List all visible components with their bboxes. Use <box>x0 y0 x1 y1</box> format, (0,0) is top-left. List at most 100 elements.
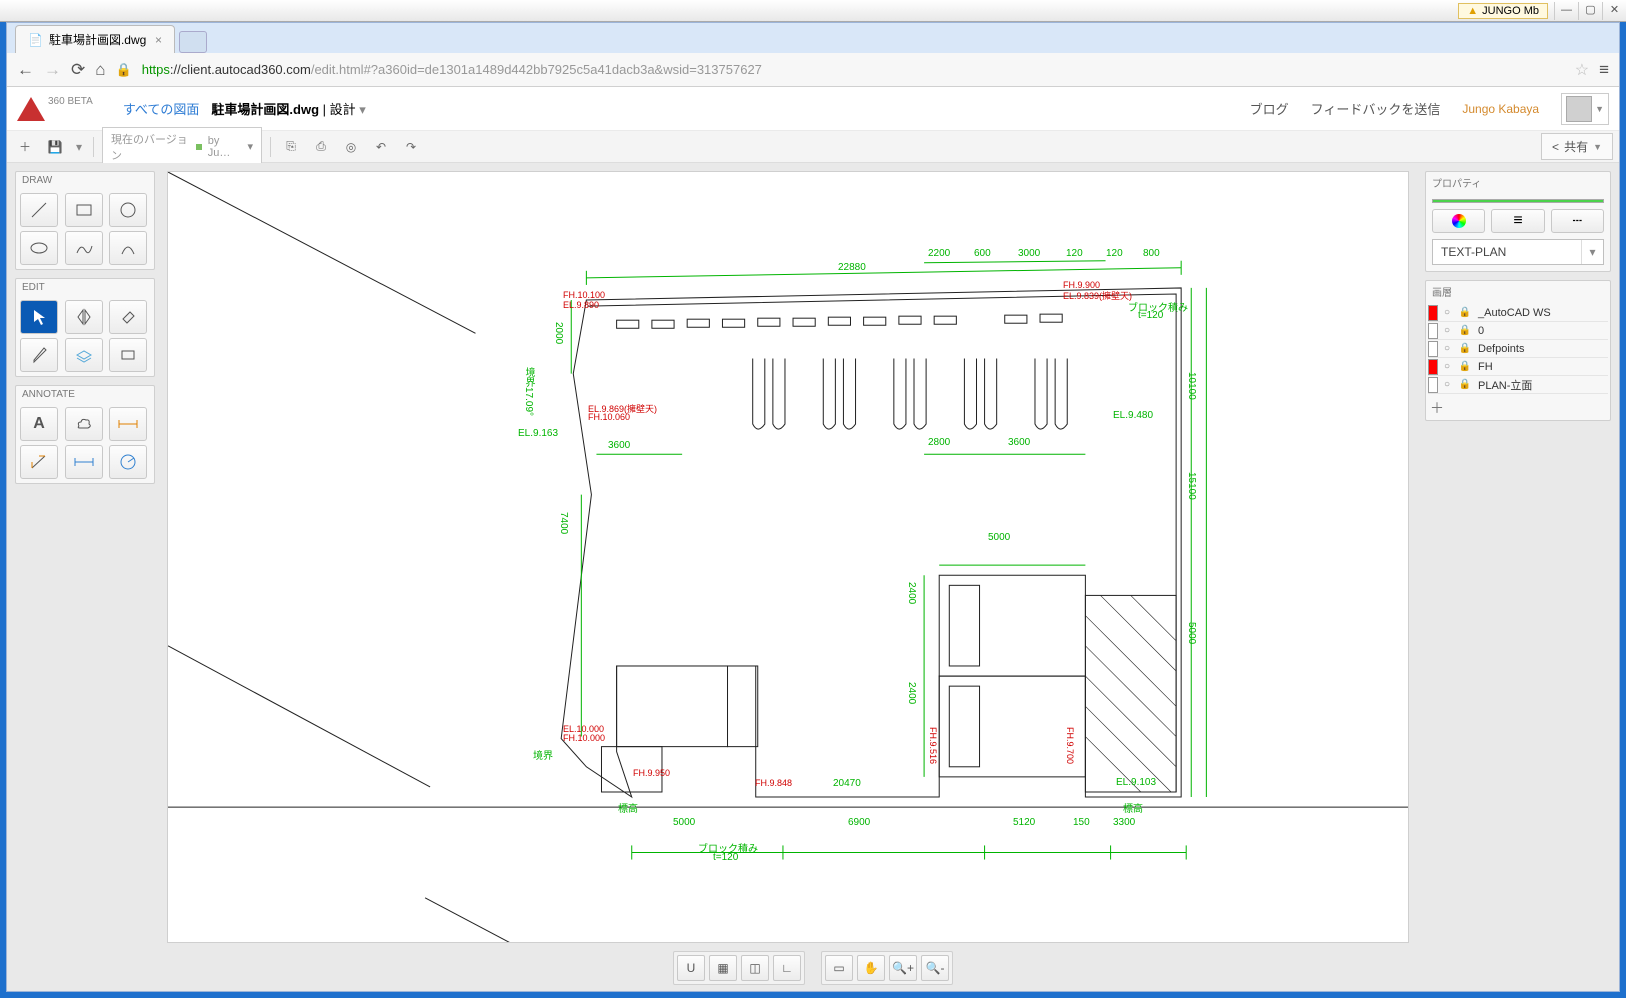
visibility-icon[interactable]: ○ <box>1438 343 1456 354</box>
avatar-icon <box>1566 96 1592 122</box>
home-icon[interactable]: ⌂ <box>95 60 105 80</box>
lock-icon[interactable]: 🔒 <box>1456 379 1474 390</box>
drawing-canvas[interactable]: 22880 2200 600 3000 120 120 800 2000 EL.… <box>167 171 1409 943</box>
new-button[interactable]: ＋ <box>13 135 37 159</box>
share-icon: < <box>1552 140 1559 154</box>
zoom-out-button[interactable]: 🔍- <box>921 955 949 981</box>
dim-label: 2400 <box>906 682 917 704</box>
new-tab-button[interactable] <box>179 31 207 53</box>
note-label: 境界17.09° <box>521 367 536 416</box>
app-toolbar: ＋ 💾 ▾ 現在のバージョン by Ju… ▾ ⎘ ⎙ ◎ ↶ ↷ < 共有 ▼ <box>7 131 1619 163</box>
lock-icon[interactable]: 🔒 <box>1456 361 1474 372</box>
browser-window: 📄 駐車場計画図.dwg × ← → ⟳ ⌂ 🔒 https://client.… <box>6 22 1620 992</box>
plot-button[interactable]: ◎ <box>339 135 363 159</box>
bookmark-icon[interactable]: ☆ <box>1575 60 1589 80</box>
level-label: FH.9.950 <box>633 768 670 778</box>
layer-row[interactable]: ○🔒Defpoints <box>1428 340 1608 358</box>
dim-h-tool[interactable] <box>65 445 103 479</box>
dim-label: 6900 <box>848 817 870 828</box>
dim-label: 600 <box>974 248 991 259</box>
linetype-button[interactable]: ┄ <box>1551 209 1604 233</box>
url-field[interactable]: https://client.autocad360.com/edit.html#… <box>142 62 1565 77</box>
avatar-dropdown[interactable]: ▼ <box>1561 93 1609 125</box>
back-icon[interactable]: ← <box>17 60 34 80</box>
linetype-preview <box>1432 199 1604 203</box>
layer-row[interactable]: ○🔒PLAN-立面 <box>1428 376 1608 394</box>
eyedropper-tool[interactable] <box>20 338 58 372</box>
save-button[interactable]: 💾 <box>43 135 67 159</box>
browser-tab[interactable]: 📄 駐車場計画図.dwg × <box>15 25 175 53</box>
text-tool[interactable]: A <box>20 407 58 441</box>
minimize-button[interactable]: — <box>1554 2 1578 20</box>
copy-button[interactable]: ⎘ <box>279 135 303 159</box>
left-panels: DRAW EDIT <box>15 171 155 484</box>
style-dropdown[interactable]: TEXT-PLAN ▾ <box>1432 239 1604 265</box>
extents-button[interactable]: ▭ <box>825 955 853 981</box>
nav-feedback[interactable]: フィードバックを送信 <box>1311 99 1441 118</box>
ortho-button[interactable]: ◫ <box>741 955 769 981</box>
visibility-icon[interactable]: ○ <box>1438 361 1456 372</box>
erase-tool[interactable] <box>109 300 147 334</box>
maximize-button[interactable]: ▢ <box>1578 2 1602 20</box>
cloud-tool[interactable] <box>65 407 103 441</box>
dim-aligned-tool[interactable] <box>20 445 58 479</box>
lock-icon[interactable]: 🔒 <box>1456 307 1474 318</box>
visibility-icon[interactable]: ○ <box>1438 325 1456 336</box>
lock-icon[interactable]: 🔒 <box>1456 343 1474 354</box>
layer-row[interactable]: ○🔒0 <box>1428 322 1608 340</box>
layer-row[interactable]: ○🔒FH <box>1428 358 1608 376</box>
color-picker-button[interactable] <box>1432 209 1485 233</box>
snap-button[interactable]: ∟ <box>773 955 801 981</box>
layers-panel: 画層 ○🔒_AutoCAD WS○🔒0○🔒Defpoints○🔒FH○🔒PLAN… <box>1425 280 1611 421</box>
visibility-icon[interactable]: ○ <box>1438 307 1456 318</box>
menu-icon[interactable]: ≡ <box>1599 60 1609 80</box>
select-tool[interactable] <box>20 300 58 334</box>
undo-button[interactable]: ↶ <box>369 135 393 159</box>
add-layer-button[interactable]: ＋ <box>1426 396 1610 420</box>
dim-label: 2400 <box>906 582 917 604</box>
username[interactable]: Jungo Kabaya <box>1462 102 1539 116</box>
save-dropdown[interactable]: ▾ <box>73 135 85 159</box>
draw-panel-title: DRAW <box>16 172 154 189</box>
visibility-icon[interactable]: ○ <box>1438 379 1456 390</box>
draw-panel: DRAW <box>15 171 155 270</box>
dim-linear-tool[interactable] <box>109 407 147 441</box>
trim-tool[interactable] <box>109 338 147 372</box>
level-label: FH.10.000 <box>563 733 605 743</box>
redo-button[interactable]: ↷ <box>399 135 423 159</box>
logo-suffix: 360 BETA <box>48 96 93 107</box>
lineweight-button[interactable]: ≡ <box>1491 209 1544 233</box>
version-selector[interactable]: 現在のバージョン by Ju… ▾ <box>102 127 262 167</box>
properties-panel: プロパティ ≡ ┄ TEXT-PLAN ▾ <box>1425 171 1611 272</box>
print-button[interactable]: ⎙ <box>309 135 333 159</box>
browser-tabbar: 📄 駐車場計画図.dwg × <box>7 23 1619 53</box>
line-tool[interactable] <box>20 193 58 227</box>
arc-tool[interactable] <box>109 231 147 265</box>
share-button[interactable]: < 共有 ▼ <box>1541 133 1613 160</box>
breadcrumb-root[interactable]: すべての図面 <box>123 99 200 118</box>
close-button[interactable]: ✕ <box>1602 2 1626 20</box>
reload-icon[interactable]: ⟳ <box>71 60 85 80</box>
copy-tool[interactable] <box>65 338 103 372</box>
pan-button[interactable]: ✋ <box>857 955 885 981</box>
mirror-tool[interactable] <box>65 300 103 334</box>
dim-label: 10100 <box>1186 372 1197 400</box>
forward-icon[interactable]: → <box>44 60 61 80</box>
ellipse-tool[interactable] <box>20 231 58 265</box>
zoom-in-button[interactable]: 🔍+ <box>889 955 917 981</box>
rect-tool[interactable] <box>65 193 103 227</box>
grid-button[interactable]: ▦ <box>709 955 737 981</box>
circle-tool[interactable] <box>109 193 147 227</box>
level-label: EL.9.890 <box>563 300 599 310</box>
units-button[interactable]: U <box>677 955 705 981</box>
dim-radius-tool[interactable] <box>109 445 147 479</box>
edit-panel-title: EDIT <box>16 279 154 296</box>
dim-label: 2000 <box>553 322 564 344</box>
lock-icon: 🔒 <box>116 62 132 78</box>
tab-close-icon[interactable]: × <box>155 33 162 47</box>
lock-icon[interactable]: 🔒 <box>1456 325 1474 336</box>
nav-blog[interactable]: ブログ <box>1250 99 1289 118</box>
layer-row[interactable]: ○🔒_AutoCAD WS <box>1428 304 1608 322</box>
polyline-tool[interactable] <box>65 231 103 265</box>
level-label: FH.10.060 <box>588 412 630 422</box>
